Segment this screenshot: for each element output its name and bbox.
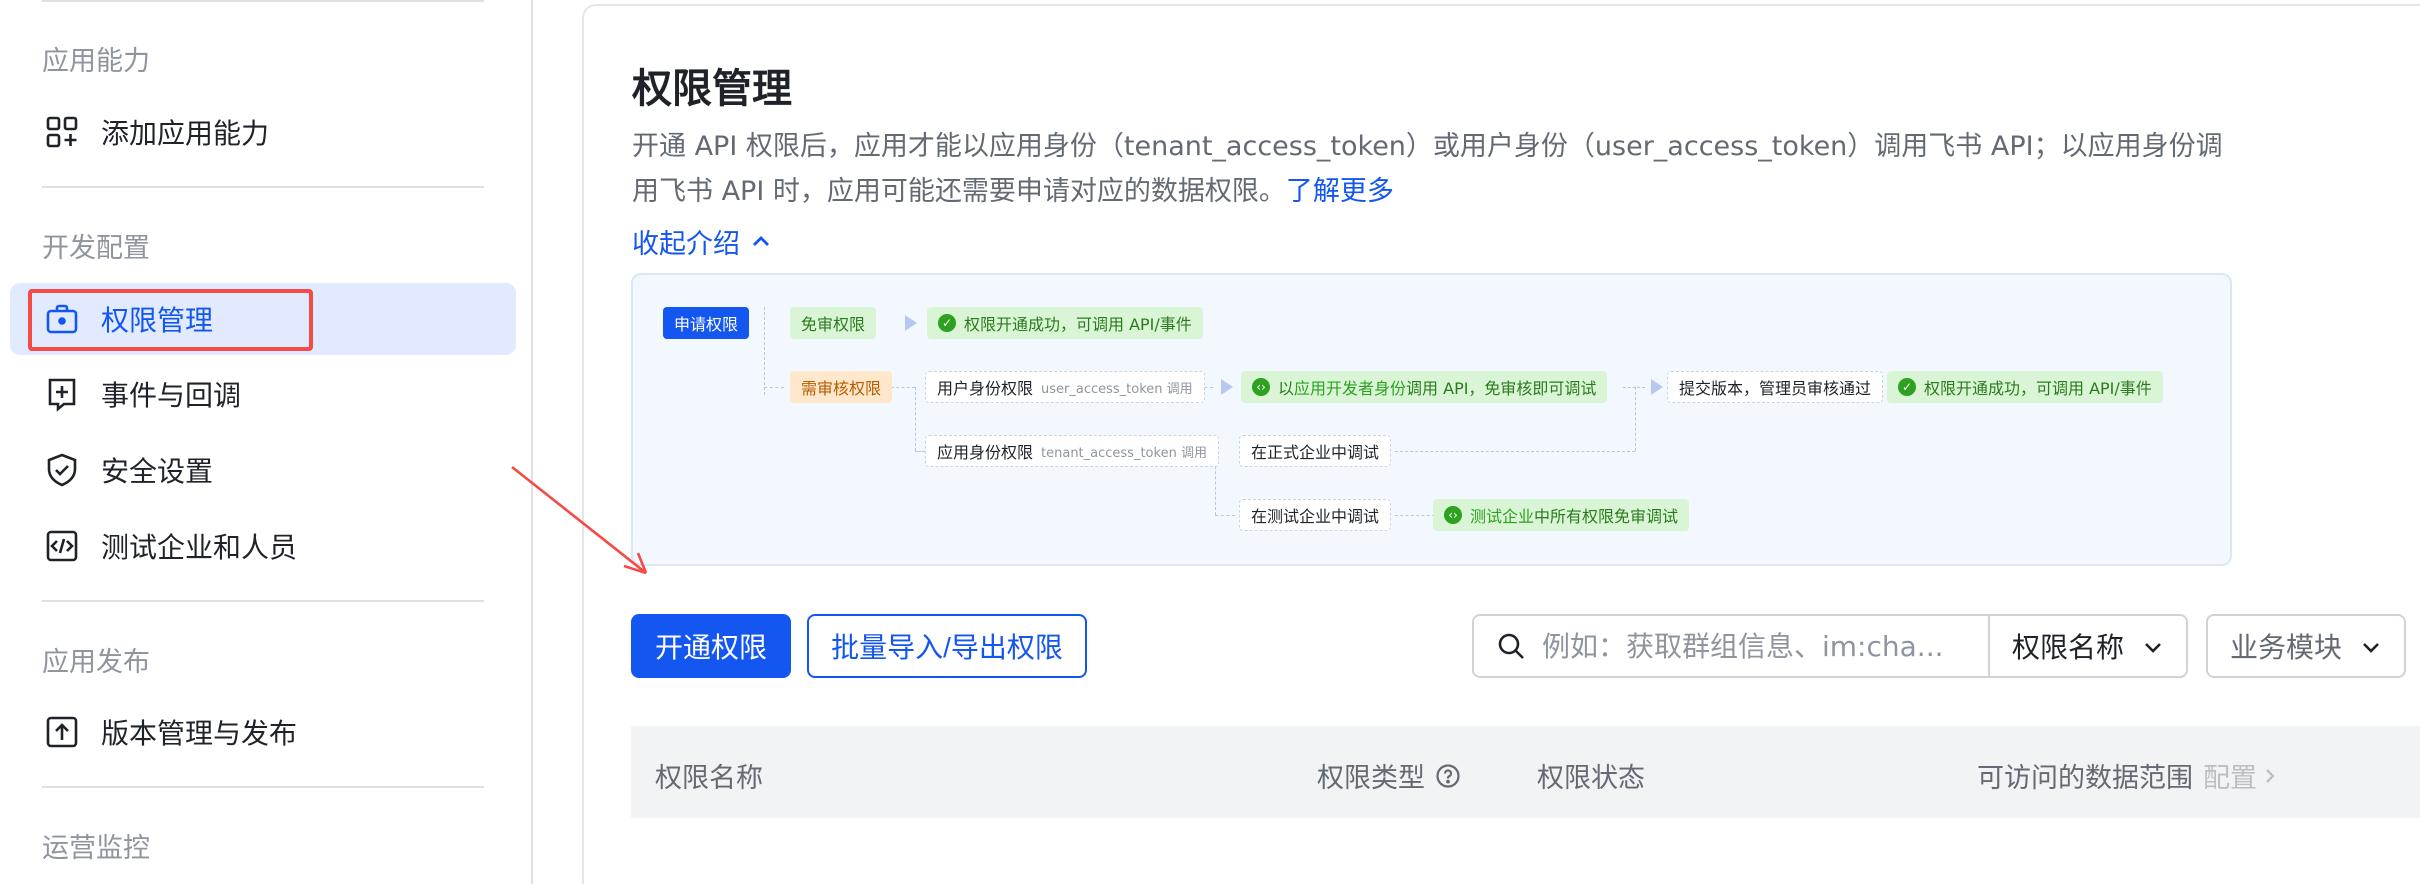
column-label: 权限状态 xyxy=(1537,763,1645,794)
flow-node-text: 调用 API，免审核即可调试 xyxy=(1406,379,1597,398)
check-circle-icon: ✓ xyxy=(1898,378,1916,396)
flow-connector xyxy=(1215,515,1235,516)
enable-permission-button[interactable]: 开通权限 xyxy=(631,614,791,678)
search-box[interactable] xyxy=(1472,614,1990,678)
column-label: 权限名称 xyxy=(655,763,763,794)
search-input[interactable] xyxy=(1542,629,1982,663)
flow-connector xyxy=(915,387,916,451)
collapse-label: 收起介绍 xyxy=(632,229,740,260)
config-label: 配置 xyxy=(2203,763,2257,794)
flow-arrow-icon xyxy=(1651,379,1663,395)
divider xyxy=(42,786,484,788)
sidebar-item-security[interactable]: 安全设置 xyxy=(10,434,516,506)
filter-permission-name[interactable]: 权限名称 xyxy=(1988,614,2188,678)
flow-node-formal-debug: 在正式企业中调试 xyxy=(1239,435,1392,467)
flow-node-text: 用户身份权限 xyxy=(937,379,1034,398)
column-header-name: 权限名称 xyxy=(655,756,763,795)
flow-node-test-all: ‹› 测试企业 中所有权限免审调试 xyxy=(1433,499,1690,531)
flow-connector xyxy=(1623,387,1645,388)
flow-node-dev-call: ‹› 以应用开发者身份 调用 API，免审核即可调试 xyxy=(1241,371,1608,403)
highlight-box xyxy=(28,289,313,351)
sidebar-item-label: 安全设置 xyxy=(101,455,214,488)
flow-node-review: 需审核权限 xyxy=(790,371,893,403)
flow-connector xyxy=(1635,387,1636,451)
flow-connector xyxy=(764,387,784,388)
check-circle-icon: ✓ xyxy=(938,314,956,332)
filter-label: 权限名称 xyxy=(2012,631,2125,664)
flow-arrow-icon xyxy=(905,315,917,331)
batch-import-export-button[interactable]: 批量导入/导出权限 xyxy=(807,614,1087,678)
chevron-right-icon xyxy=(2266,768,2275,783)
flow-node-text: 权限开通成功，可调用 API/事件 xyxy=(964,315,1192,334)
chevron-down-icon xyxy=(2145,643,2161,653)
sidebar-item-version[interactable]: 版本管理与发布 xyxy=(10,696,516,768)
sidebar-item-label: 版本管理与发布 xyxy=(101,717,298,750)
sidebar-item-add-capability[interactable]: 添加应用能力 xyxy=(10,96,516,168)
group-app-capability: 应用能力 xyxy=(42,46,150,77)
search-icon xyxy=(1498,633,1524,659)
flow-node-text: 权限开通成功，可调用 API/事件 xyxy=(1924,379,2152,398)
table-header: 权限名称 权限类型 权限状态 可访问的数据范围 配置 xyxy=(631,726,2420,818)
code-icon xyxy=(43,527,81,565)
learn-more-link[interactable]: 了解更多 xyxy=(1286,176,1394,207)
page-description: 开通 API 权限后，应用才能以应用身份（tenant_access_token… xyxy=(632,124,2232,214)
flow-node-highlight: 测试企业 xyxy=(1470,507,1535,526)
group-dev-config: 开发配置 xyxy=(42,233,150,264)
flow-node-success2: ✓ 权限开通成功，可调用 API/事件 xyxy=(1887,371,2163,403)
help-circle-icon[interactable] xyxy=(1435,763,1461,789)
flow-connector xyxy=(764,307,765,395)
sidebar-item-label: 测试企业和人员 xyxy=(101,531,298,564)
shield-check-icon xyxy=(43,451,81,489)
sidebar: 应用能力 添加应用能力 开发配置 权限管理 事件与回调 安全设置 测试企业和人员… xyxy=(0,0,533,884)
column-header-scope: 可访问的数据范围 配置 xyxy=(1977,756,2279,795)
flow-connector xyxy=(1395,515,1435,516)
flow-node-app-perm: 应用身份权限 tenant_access_token 调用 xyxy=(925,435,1219,467)
group-ops-monitor: 运营监控 xyxy=(42,833,150,864)
sidebar-item-test-enterprise[interactable]: 测试企业和人员 xyxy=(10,510,516,582)
code-circle-icon: ‹› xyxy=(1444,506,1462,524)
chevron-up-icon xyxy=(753,235,769,246)
column-header-type: 权限类型 xyxy=(1317,756,1461,795)
scope-config-link[interactable]: 配置 xyxy=(2203,756,2279,795)
event-plus-icon xyxy=(43,375,81,413)
sidebar-item-label: 添加应用能力 xyxy=(101,117,270,150)
flow-connector xyxy=(1395,451,1635,452)
page-title: 权限管理 xyxy=(632,66,792,112)
flow-node-test-debug: 在测试企业中调试 xyxy=(1239,499,1392,531)
flow-node-exempt: 免审权限 xyxy=(790,307,877,339)
divider xyxy=(42,186,484,188)
sidebar-item-label: 事件与回调 xyxy=(101,379,242,412)
flow-node-highlight: 应用开发者身份 xyxy=(1294,379,1407,398)
app-grid-add-icon xyxy=(43,113,81,151)
permission-flow-diagram: 申请权限 免审权限 ✓ 权限开通成功，可调用 API/事件 需审核权限 用户身份权… xyxy=(631,273,2232,566)
annotation-arrow-icon xyxy=(511,465,648,575)
group-app-release: 应用发布 xyxy=(42,647,150,678)
flow-arrow-icon xyxy=(1221,379,1233,395)
chevron-down-icon xyxy=(2363,643,2379,653)
code-circle-icon: ‹› xyxy=(1252,378,1270,396)
flow-node-text: 中所有权限免审调试 xyxy=(1534,507,1679,526)
filter-business-module[interactable]: 业务模块 xyxy=(2206,614,2406,678)
sidebar-item-events[interactable]: 事件与回调 xyxy=(10,358,516,430)
flow-node-submit: 提交版本，管理员审核通过 xyxy=(1667,371,1884,403)
flow-node-subtext: user_access_token 调用 xyxy=(1041,381,1193,397)
collapse-intro-link[interactable]: 收起介绍 xyxy=(632,222,772,261)
flow-connector xyxy=(915,451,925,452)
flow-connector xyxy=(891,387,915,388)
flow-node-subtext: tenant_access_token 调用 xyxy=(1041,445,1207,461)
flow-node-text: 应用身份权限 xyxy=(937,443,1034,462)
column-label: 可访问的数据范围 xyxy=(1977,763,2193,794)
flow-node-success: ✓ 权限开通成功，可调用 API/事件 xyxy=(927,307,1203,339)
filter-label: 业务模块 xyxy=(2230,631,2343,664)
column-label: 权限类型 xyxy=(1317,763,1425,794)
flow-node-user-perm: 用户身份权限 user_access_token 调用 xyxy=(925,371,1205,403)
divider xyxy=(42,600,484,602)
divider xyxy=(42,0,484,2)
upload-icon xyxy=(43,713,81,751)
column-header-status: 权限状态 xyxy=(1537,756,1645,795)
description-text: 开通 API 权限后，应用才能以应用身份（tenant_access_token… xyxy=(632,131,2223,207)
flow-node-text: 以 xyxy=(1278,379,1295,398)
flow-node-apply: 申请权限 xyxy=(663,307,750,339)
